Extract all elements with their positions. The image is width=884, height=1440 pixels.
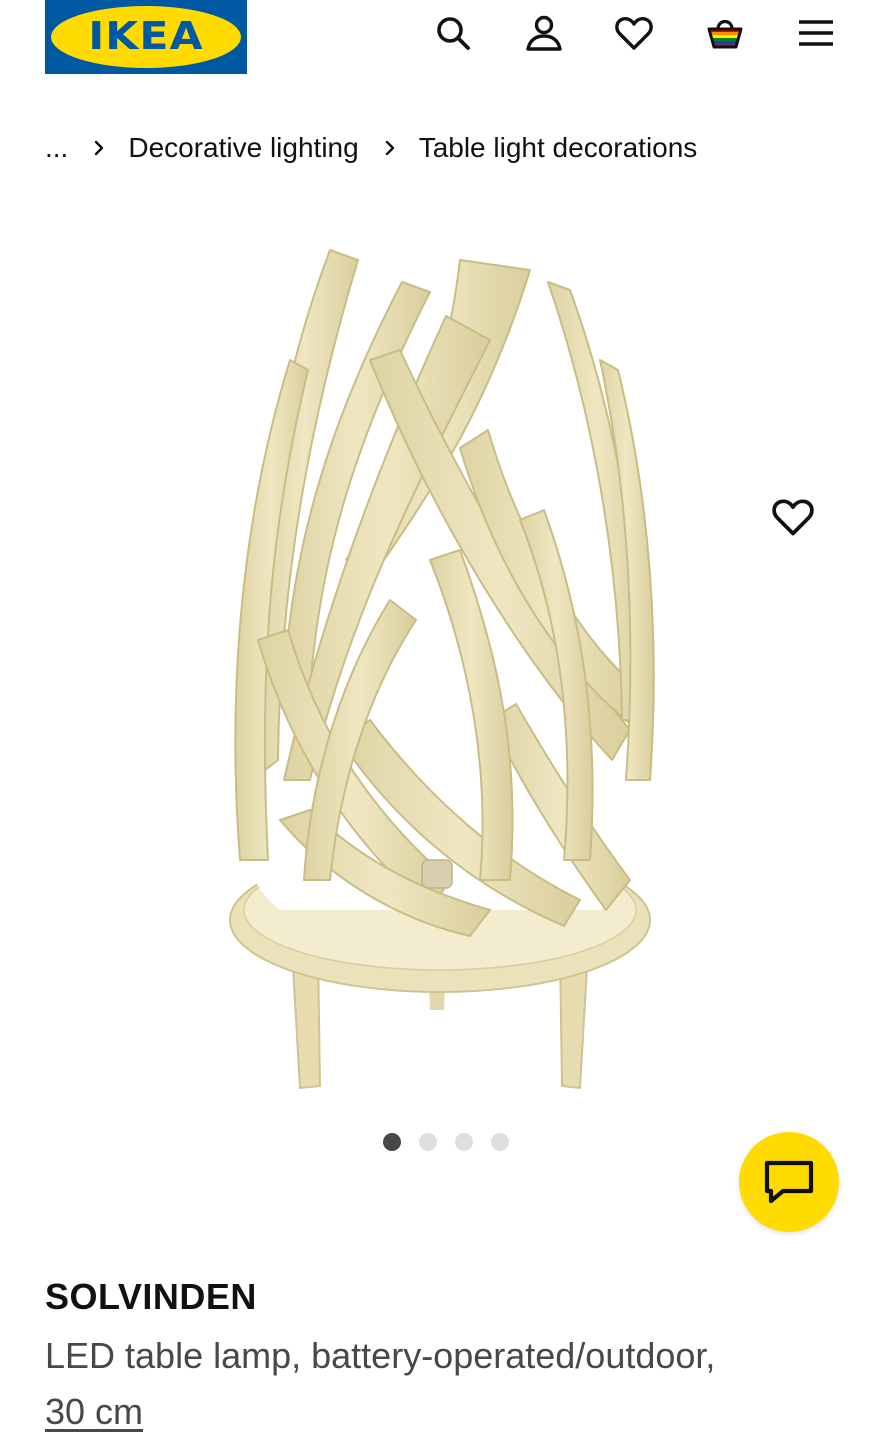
breadcrumb-item-table-light-decorations[interactable]: Table light decorations [419,132,698,164]
chevron-right-icon [90,139,108,157]
product-gallery[interactable] [0,200,884,1120]
menu-icon[interactable] [795,12,837,54]
logo-registered-mark: ® [226,10,235,20]
breadcrumb-ellipsis[interactable]: ... [45,132,68,164]
breadcrumb: ... Decorative lighting Table light deco… [45,128,697,168]
breadcrumb-item-decorative-lighting[interactable]: Decorative lighting [128,132,358,164]
wishlist-icon[interactable] [613,12,655,54]
product-image[interactable] [160,220,720,1100]
chat-button[interactable] [739,1132,839,1232]
top-header: IKEA ® [0,0,884,80]
chat-bubble-icon [764,1160,814,1204]
search-icon[interactable] [432,12,474,54]
cart-icon[interactable] [704,12,746,54]
chevron-right-icon [381,139,399,157]
carousel-dot-2[interactable] [419,1133,437,1151]
ikea-logo[interactable]: IKEA ® [45,0,247,74]
product-description: LED table lamp, battery-operated/outdoor… [45,1328,845,1440]
account-icon[interactable] [523,12,565,54]
carousel-dot-3[interactable] [455,1133,473,1151]
carousel-dot-1[interactable] [383,1133,401,1151]
carousel-dot-4[interactable] [491,1133,509,1151]
heart-icon [772,499,814,536]
add-to-wishlist-button[interactable] [766,490,820,544]
logo-text: IKEA [88,14,204,58]
product-description-text: LED table lamp, battery-operated/outdoor… [45,1335,716,1376]
product-name: SOLVINDEN [45,1276,257,1317]
product-size-link[interactable]: 30 cm [45,1391,143,1432]
